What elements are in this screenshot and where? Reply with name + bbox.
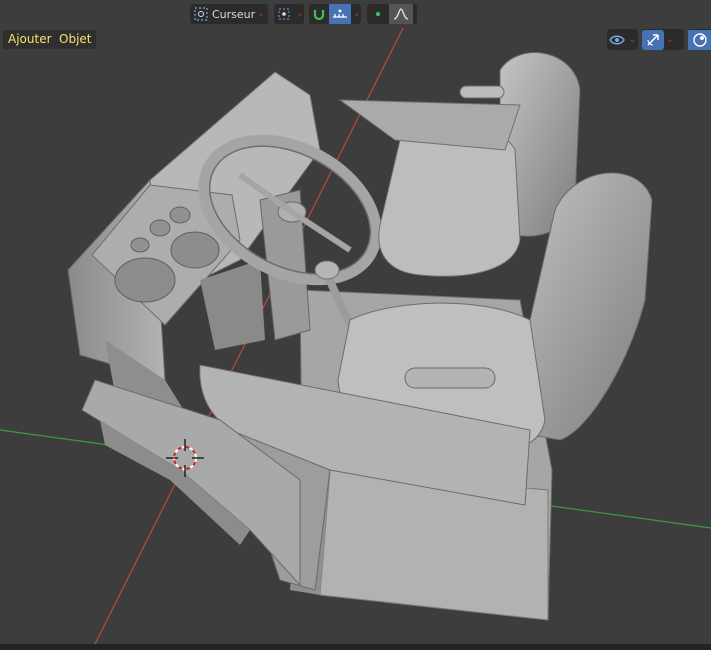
rear-seat-cushion[interactable] [378,127,521,277]
chevron-down-icon: ⌄ [257,9,265,19]
snap-magnet-icon[interactable] [309,4,329,24]
chevron-down-icon: ⌄ [296,9,304,19]
chevron-down-icon: ⌄ [353,9,361,19]
gauge-small-2 [169,206,191,224]
snap-target-icon [274,4,294,24]
visibility-dropdown[interactable]: ⌄ [607,29,638,50]
pivot-point-dropdown[interactable]: Curseur ⌄ [190,4,268,24]
snap-increment-icon[interactable] [329,4,351,24]
menu-object[interactable]: Objet [54,30,97,49]
pivot-point-icon [190,4,212,24]
gizmo-dropdown[interactable]: ⌄ [642,29,684,50]
gauge-large-left [114,257,176,303]
proportional-edit-dot-icon[interactable] [367,4,389,24]
driver-seat-handle [404,367,496,389]
rear-seat-frame [338,99,521,151]
viewport-bottom-edge [0,644,711,650]
gear-knob [314,260,340,280]
chevron-down-icon: ⌄ [629,34,637,45]
pivot-point-label: Curseur [212,7,256,21]
gauge-large-right [170,231,220,269]
gizmo-toggle-icon[interactable] [642,29,664,50]
snapping-group[interactable]: ⌄ [309,4,361,24]
gauge-small-3 [130,237,150,253]
visibility-eye-icon [607,30,627,50]
overlay-sphere-icon [688,29,711,50]
gauge-small-1 [149,219,171,237]
snap-target-dropdown[interactable]: ⌄ [274,4,304,24]
chevron-down-icon: ⌄ [666,34,674,45]
rear-seat-handle [459,85,505,99]
falloff-curve-icon[interactable] [389,4,413,24]
3d-viewport[interactable] [0,0,711,650]
overlay-toggle[interactable] [688,29,711,50]
menu-add[interactable]: Ajouter [3,30,57,49]
proportional-edit-group[interactable] [367,4,417,24]
viewport-header: Curseur ⌄ ⌄ ⌄ [0,0,711,28]
